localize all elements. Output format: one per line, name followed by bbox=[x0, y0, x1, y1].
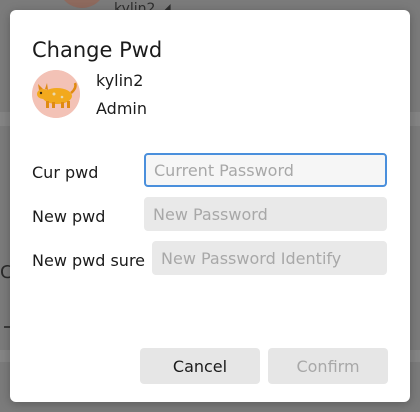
current-password-input[interactable] bbox=[144, 153, 387, 187]
dialog-title: Change Pwd bbox=[32, 38, 163, 62]
cancel-button[interactable]: Cancel bbox=[140, 348, 260, 384]
confirm-button[interactable]: Confirm bbox=[268, 348, 388, 384]
change-password-dialog: Change Pwd kylin2 Admin Cur pwd New pwd … bbox=[10, 10, 410, 402]
background-avatar bbox=[58, 0, 106, 8]
user-role: Admin bbox=[96, 99, 147, 118]
confirm-password-input[interactable] bbox=[152, 241, 387, 275]
confirm-password-label: New pwd sure bbox=[32, 251, 146, 270]
current-password-label: Cur pwd bbox=[32, 163, 99, 182]
new-password-label: New pwd bbox=[32, 207, 106, 226]
new-password-input[interactable] bbox=[144, 197, 387, 231]
user-name: kylin2 bbox=[96, 71, 144, 90]
user-avatar-icon bbox=[32, 70, 80, 118]
